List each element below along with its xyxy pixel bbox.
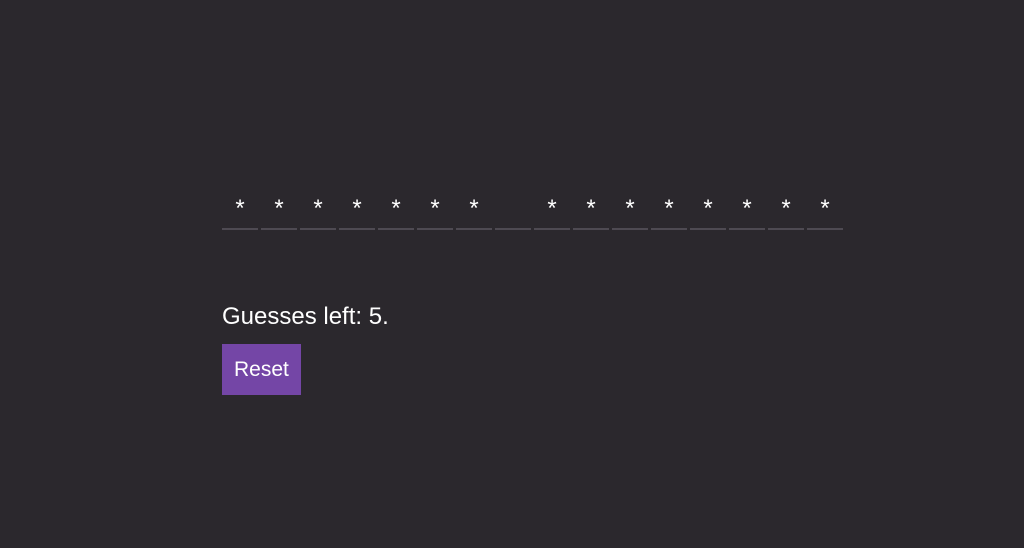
letter-slot-char: * xyxy=(586,195,596,222)
letter-slot-char: * xyxy=(235,195,245,222)
letter-slot-char: * xyxy=(625,195,635,222)
word-puzzle: * * * * * * * * * * * * * * * xyxy=(222,190,862,231)
letter-slot: * xyxy=(417,190,453,230)
letter-slot xyxy=(495,190,531,230)
letter-slot: * xyxy=(573,190,609,230)
letter-slot-char: * xyxy=(547,195,557,222)
letter-slot: * xyxy=(651,190,687,230)
letter-slot-char: * xyxy=(274,195,284,222)
letter-slot: * xyxy=(456,190,492,230)
letter-slot: * xyxy=(729,190,765,230)
letter-slot: * xyxy=(300,190,336,230)
letter-slot-char: * xyxy=(469,195,479,222)
letter-slot: * xyxy=(222,190,258,230)
letter-slot-char: * xyxy=(391,195,401,222)
letter-slot: * xyxy=(768,190,804,230)
letter-slot-char: * xyxy=(820,195,830,222)
letter-slot: * xyxy=(534,190,570,230)
letter-slot-char: * xyxy=(313,195,323,222)
letter-slot: * xyxy=(339,190,375,230)
letter-slot: * xyxy=(807,190,843,230)
letter-slot-char: * xyxy=(352,195,362,222)
letter-slot-char: * xyxy=(742,195,752,222)
letter-slot: * xyxy=(612,190,648,230)
letter-slot: * xyxy=(690,190,726,230)
letter-slot-char: * xyxy=(703,195,713,222)
letter-slot: * xyxy=(378,190,414,230)
letter-slot-char: * xyxy=(664,195,674,222)
letter-slot-char: * xyxy=(781,195,791,222)
letter-slot-char: * xyxy=(430,195,440,222)
letter-slot: * xyxy=(261,190,297,230)
guesses-left-status: Guesses left: 5. xyxy=(222,303,389,330)
reset-button[interactable]: Reset xyxy=(222,344,301,395)
hangman-game: * * * * * * * * * * * * * * * Guesses left: 5. Reset xyxy=(222,190,862,395)
